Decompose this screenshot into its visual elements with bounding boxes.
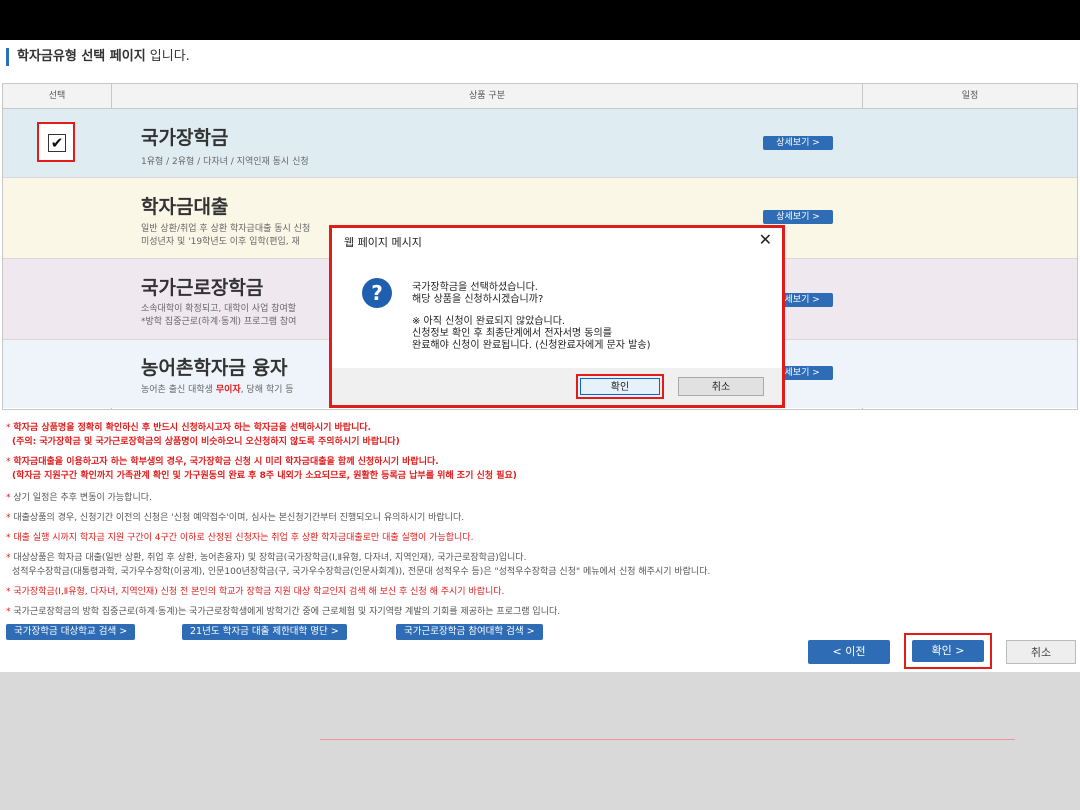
product-desc: 일반 상환/취업 후 상환 학자금대출 동시 신청 [141,224,311,234]
question-icon: ? [362,278,392,308]
note-item: * 상기 일정은 추후 변동이 가능합니다. [6,493,152,503]
note-item: * 대출상품의 경우, 신청기간 이전의 신청은 '신청 예약접수'이며, 심사… [6,513,465,523]
school-search-link[interactable]: 국가장학금 대상학교 검색 > [6,624,136,640]
dialog-message: 해당 상품을 신청하시겠습니까? [412,294,544,305]
header-schedule: 일정 [863,84,1077,109]
dialog-ok-button[interactable]: 확인 [580,378,660,395]
product-desc: *방학 집중근로(하계·동계) 프로그램 참여 [141,317,297,327]
dialog-ok-highlight: 확인 [576,374,664,399]
product-desc: 미성년자 및 '19학년도 이후 입학(편입, 재 [141,237,300,247]
table-row: ✔ 국가장학금 1유형 / 2유형 / 다자녀 / 지역인재 동시 신청 상세보… [3,109,1077,178]
loan-restricted-list-link[interactable]: 21년도 학자금 대출 제한대학 명단 > [182,624,347,640]
product-desc: 소속대학이 확정되고, 대학이 사업 참여할 [141,304,297,314]
product-name: 국가근로장학금 [141,277,264,299]
product-name: 국가장학금 [141,127,229,149]
select-cell: ✔ [3,109,111,177]
dialog-title: 웹 페이지 메시지 [344,236,422,249]
note-item: (학자금 지원구간 확인까지 가족관계 확인 및 가구원동의 완료 후 8주 내… [12,471,517,481]
header-product: 상품 구분 [112,84,862,109]
note-item: * 학자금대출을 이용하고자 하는 학부생의 경우, 국가장학금 신청 시 미리… [6,457,439,467]
note-item: * 국가근로장학금의 방학 집중근로(하계·동계)는 국가근로장학생에게 방학기… [6,607,561,617]
footer-area [0,672,1080,810]
dialog-message: 완료해야 신청이 완료됩니다. (신청완료자에게 문자 발송) [412,340,651,351]
detail-button[interactable]: 상세보기 > [763,210,833,224]
product-name: 농어촌학자금 융자 [141,357,288,379]
top-bar [0,0,1080,40]
prev-button[interactable]: < 이전 [808,640,890,664]
product-desc: 1유형 / 2유형 / 다자녀 / 지역인재 동시 신청 [141,157,309,167]
product-desc-highlight: 무이자 [215,385,241,395]
header-select: 선택 [3,84,111,109]
ok-highlight: 확인 > [904,633,992,669]
confirm-button[interactable]: 확인 > [912,640,984,662]
checkbox-highlight: ✔ [37,122,75,162]
product-name: 학자금대출 [141,196,229,218]
dialog-cancel-button[interactable]: 취소 [678,377,764,396]
divider [320,739,1015,740]
note-item: * 대상상품은 학자금 대출(일반 상환, 취업 후 상환, 농어촌융자) 및 … [6,553,527,563]
product-checkbox[interactable]: ✔ [48,134,66,152]
note-item: (주의: 국가장학금 및 국가근로장학금의 상품명이 비슷하오니 오신청하지 않… [12,437,400,447]
product-desc: 농어촌 출신 대학생 무이자, 당해 학기 등 [141,382,294,395]
note-item: 성적우수장학금(대통령과학, 국가우수장학(이공계), 인문100년장학금(구,… [12,567,711,577]
web-page-message-dialog: 웹 페이지 메시지 ✕ ? 국가장학금을 선택하셨습니다. 해당 상품을 신청하… [329,225,785,408]
detail-button[interactable]: 상세보기 > [763,136,833,150]
note-item: * 대출 실행 시까지 학자금 지원 구간이 4구간 이하로 산정된 신청자는 … [6,533,474,543]
page-title-bold: 학자금유형 선택 페이지 [17,49,146,64]
note-item: * 국가장학금(Ⅰ,Ⅱ유형, 다자녀, 지역인재) 신청 전 본인의 학교가 장… [6,587,505,597]
work-study-search-link[interactable]: 국가근로장학금 참여대학 검색 > [396,624,543,640]
dialog-footer: 확인 취소 [332,368,782,405]
close-icon[interactable]: ✕ [759,230,772,249]
product-desc-tail: , 당해 학기 등 [240,385,294,395]
cancel-button[interactable]: 취소 [1006,640,1076,664]
note-item: * 학자금 상품명을 정확히 확인하신 후 반드시 신청하시고자 하는 학자금을… [6,423,372,433]
page-title-rest: 입니다. [149,49,190,64]
product-desc-text: 농어촌 출신 대학생 [141,385,213,395]
page-title: 학자금유형 선택 페이지 입니다. [6,48,190,66]
